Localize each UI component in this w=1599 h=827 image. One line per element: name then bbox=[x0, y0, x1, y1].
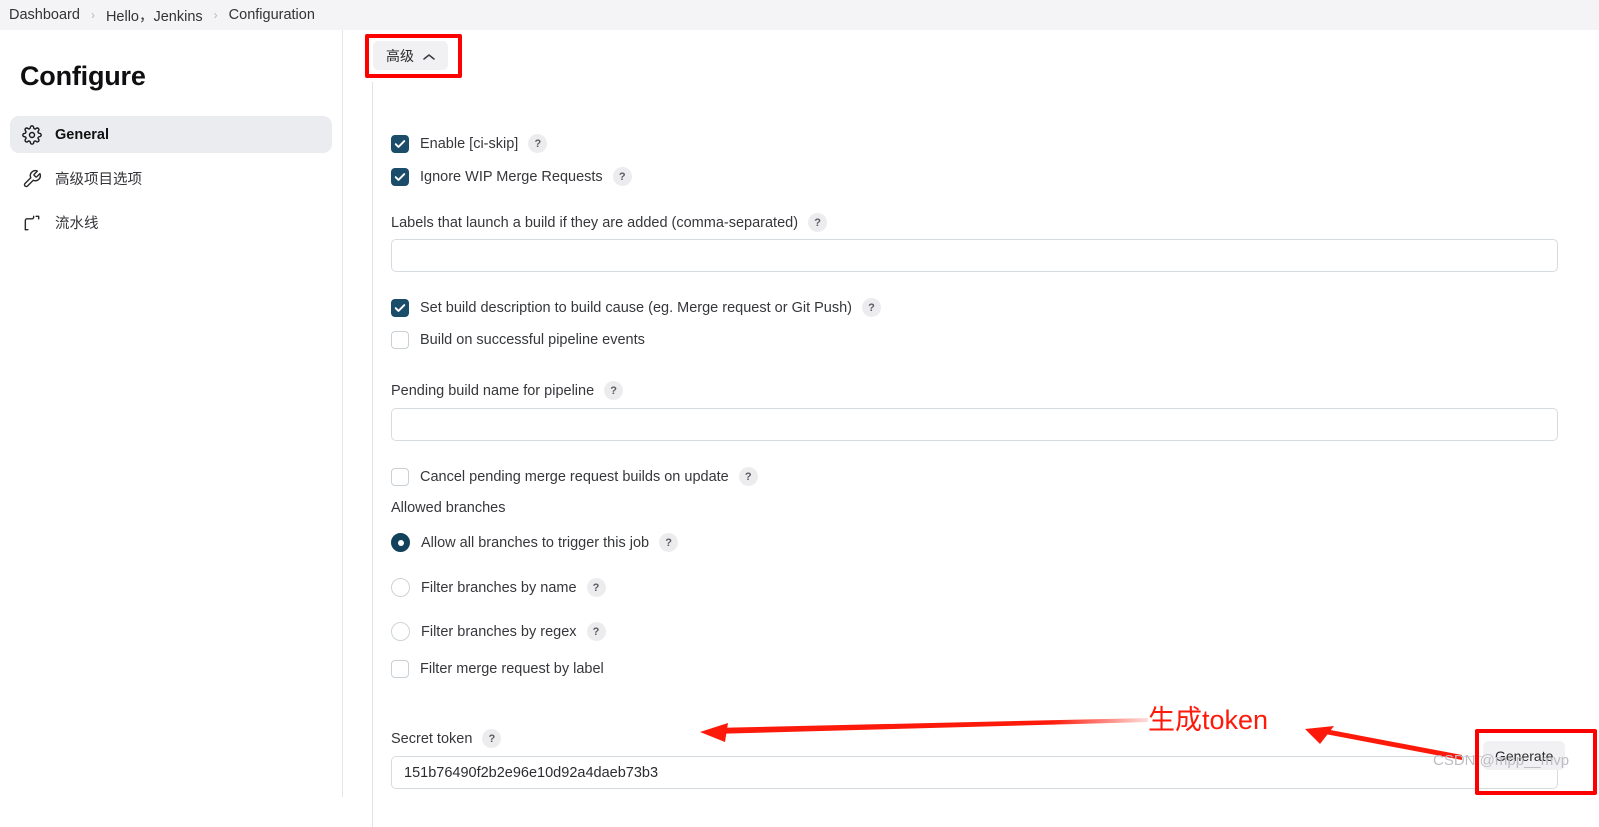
labels-field-label: Labels that launch a build if they are a… bbox=[391, 214, 799, 231]
field-filter-merge-request-by-label[interactable]: Filter merge request by label bbox=[391, 660, 604, 678]
allow-all-branches-label: Allow all branches to trigger this job bbox=[421, 534, 650, 551]
help-icon[interactable]: ? bbox=[586, 578, 606, 597]
sidebar-item-label: 高级项目选项 bbox=[55, 172, 142, 188]
enable-ci-skip-checkbox[interactable] bbox=[391, 134, 409, 153]
filter-branches-by-name-radio[interactable] bbox=[391, 578, 410, 597]
main-content: 高级 Enable [ci-skip] ? Ignore WIP Merge R… bbox=[343, 30, 1599, 827]
help-icon[interactable]: ? bbox=[612, 167, 632, 186]
allow-all-branches-radio[interactable] bbox=[391, 533, 410, 552]
field-ignore-wip[interactable]: Ignore WIP Merge Requests ? bbox=[391, 167, 632, 186]
build-on-pipeline-events-label: Build on successful pipeline events bbox=[420, 332, 645, 348]
sidebar-item-advanced-project-options[interactable]: 高级项目选项 bbox=[10, 160, 332, 197]
enable-ci-skip-label: Enable [ci-skip] bbox=[420, 135, 519, 152]
sidebar-item-general[interactable]: General bbox=[10, 116, 332, 153]
build-on-pipeline-events-checkbox[interactable] bbox=[391, 331, 409, 349]
chevron-up-icon bbox=[423, 48, 435, 64]
breadcrumb-item-configuration[interactable]: Configuration bbox=[229, 7, 315, 23]
help-icon[interactable]: ? bbox=[862, 298, 882, 317]
radio-filter-by-name[interactable]: Filter branches by name ? bbox=[391, 578, 606, 597]
sidebar-item-label: General bbox=[55, 126, 109, 143]
help-icon[interactable]: ? bbox=[604, 381, 624, 400]
filter-merge-request-by-label-checkbox[interactable] bbox=[391, 660, 409, 678]
filter-branches-by-regex-radio[interactable] bbox=[391, 622, 410, 641]
help-icon[interactable]: ? bbox=[738, 467, 758, 486]
radio-filter-by-regex[interactable]: Filter branches by regex ? bbox=[391, 622, 606, 641]
help-icon[interactable]: ? bbox=[482, 729, 502, 748]
sidebar-nav: General 高级项目选项 流水线 bbox=[0, 116, 342, 241]
secret-token-label-row: Secret token ? bbox=[391, 729, 502, 748]
breadcrumb-item-job[interactable]: Hello，Jenkins bbox=[106, 5, 203, 26]
breadcrumb-separator: › bbox=[213, 8, 218, 22]
config-form: Enable [ci-skip] ? Ignore WIP Merge Requ… bbox=[372, 82, 1599, 827]
secret-token-input[interactable] bbox=[391, 756, 1558, 789]
sidebar: Configure General 高级项目选项 流水线 bbox=[0, 30, 343, 797]
filter-branches-by-regex-label: Filter branches by regex bbox=[421, 623, 577, 640]
set-build-description-label: Set build description to build cause (eg… bbox=[420, 299, 853, 316]
cancel-pending-checkbox[interactable] bbox=[391, 467, 409, 486]
allowed-branches-label: Allowed branches bbox=[391, 500, 506, 516]
pending-build-name-input[interactable] bbox=[391, 408, 1558, 441]
field-build-on-pipeline-events[interactable]: Build on successful pipeline events bbox=[391, 331, 645, 349]
pending-build-name-label-row: Pending build name for pipeline ? bbox=[391, 381, 624, 400]
help-icon[interactable]: ? bbox=[659, 533, 679, 552]
secret-token-label: Secret token bbox=[391, 730, 473, 747]
filter-merge-request-by-label-label: Filter merge request by label bbox=[420, 661, 604, 677]
filter-branches-by-name-label: Filter branches by name bbox=[421, 579, 577, 596]
help-icon[interactable]: ? bbox=[586, 622, 606, 641]
field-cancel-pending[interactable]: Cancel pending merge request builds on u… bbox=[391, 467, 758, 486]
ignore-wip-checkbox[interactable] bbox=[391, 167, 409, 186]
wrench-icon bbox=[22, 169, 42, 189]
labels-input[interactable] bbox=[391, 239, 1558, 272]
annotation-note: 生成token bbox=[1148, 705, 1269, 735]
help-icon[interactable]: ? bbox=[808, 213, 828, 232]
breadcrumb-separator: › bbox=[90, 8, 95, 22]
sidebar-item-label: 流水线 bbox=[55, 216, 99, 232]
advanced-toggle-wrapper: 高级 bbox=[361, 30, 661, 82]
watermark: CSDN @mpp__mvp bbox=[1433, 752, 1570, 769]
field-enable-ci-skip[interactable]: Enable [ci-skip] ? bbox=[391, 134, 548, 153]
advanced-toggle-label: 高级 bbox=[386, 47, 414, 64]
pipeline-icon bbox=[22, 213, 42, 233]
breadcrumb-item-dashboard[interactable]: Dashboard bbox=[9, 7, 80, 23]
field-set-build-description[interactable]: Set build description to build cause (eg… bbox=[391, 298, 882, 317]
gear-icon bbox=[22, 124, 42, 145]
breadcrumb: Dashboard › Hello，Jenkins › Configuratio… bbox=[0, 0, 1599, 30]
advanced-toggle-button[interactable]: 高级 bbox=[373, 41, 448, 70]
pending-build-name-label: Pending build name for pipeline bbox=[391, 382, 595, 399]
help-icon[interactable]: ? bbox=[528, 134, 548, 153]
cancel-pending-label: Cancel pending merge request builds on u… bbox=[420, 468, 729, 485]
sidebar-item-pipeline[interactable]: 流水线 bbox=[10, 204, 332, 241]
ignore-wip-label: Ignore WIP Merge Requests bbox=[420, 168, 603, 185]
radio-allow-all-branches[interactable]: Allow all branches to trigger this job ? bbox=[391, 533, 679, 552]
set-build-description-checkbox[interactable] bbox=[391, 298, 409, 317]
page-title: Configure bbox=[20, 61, 146, 91]
labels-field-label-row: Labels that launch a build if they are a… bbox=[391, 213, 828, 232]
